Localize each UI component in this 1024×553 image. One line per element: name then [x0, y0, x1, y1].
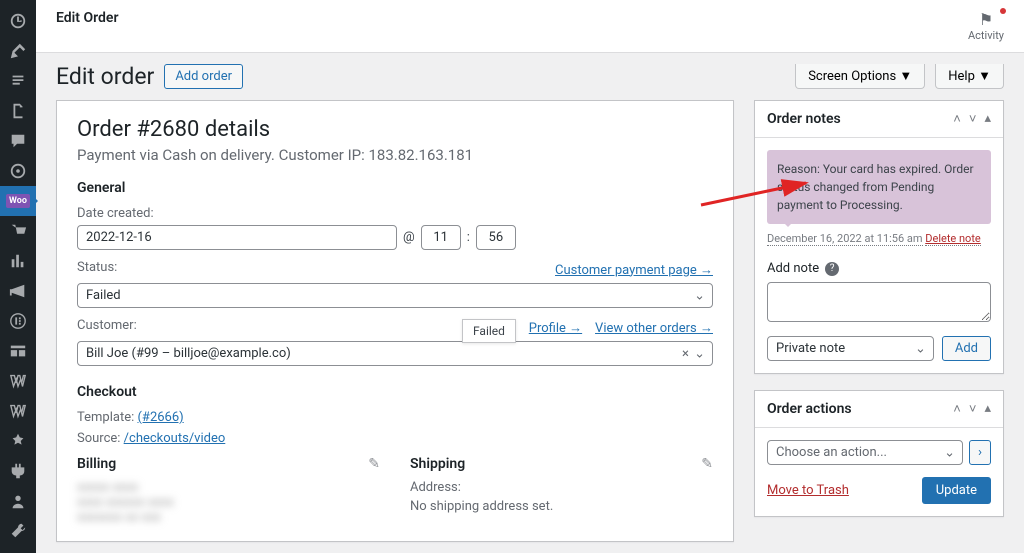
note-type-select[interactable] [767, 336, 934, 361]
panel-down-icon[interactable]: ˅ [969, 401, 977, 417]
order-subtitle: Payment via Cash on delivery. Customer I… [77, 146, 713, 164]
edit-billing-icon[interactable]: ✎ [368, 456, 380, 472]
minute-input[interactable] [476, 225, 516, 250]
clear-icon[interactable]: × [682, 346, 689, 361]
checkout-heading: Checkout [77, 384, 713, 400]
update-button[interactable]: Update [922, 477, 991, 504]
general-heading: General [77, 180, 713, 196]
billing-heading: Billing [77, 456, 116, 472]
edit-shipping-icon[interactable]: ✎ [701, 456, 713, 472]
activity-button[interactable]: ⚑ Activity [968, 10, 1004, 42]
sidebar-item-wf1[interactable] [0, 366, 36, 396]
panel-toggle-icon[interactable]: ▴ [984, 111, 991, 127]
hour-input[interactable] [421, 225, 461, 250]
add-note-label: Add note [767, 261, 819, 276]
sidebar-item-users[interactable] [0, 486, 36, 516]
customer-select[interactable] [77, 341, 713, 366]
sidebar-item-comments[interactable] [0, 126, 36, 156]
date-input[interactable] [77, 225, 397, 250]
sidebar-item-products[interactable] [0, 216, 36, 246]
delete-note-link[interactable]: Delete note [925, 232, 981, 246]
action-select[interactable] [767, 440, 963, 465]
status-label: Status: [77, 260, 117, 275]
sidebar-item-analytics[interactable] [0, 246, 36, 276]
panel-down-icon[interactable]: ˅ [969, 111, 977, 127]
screen-options-button[interactable]: Screen Options ▼ [795, 64, 925, 89]
page-title: Edit order [56, 63, 154, 90]
sidebar-item-tools[interactable] [0, 516, 36, 546]
sidebar-item-media[interactable] [0, 66, 36, 96]
source-row: Source: /checkouts/video [77, 431, 713, 446]
order-title: Order #2680 details [77, 117, 713, 142]
move-to-trash-link[interactable]: Move to Trash [767, 483, 849, 498]
sidebar-item-appearance[interactable] [0, 426, 36, 456]
order-details-box: Order #2680 details Payment via Cash on … [56, 100, 734, 542]
status-select[interactable] [77, 283, 713, 308]
sidebar-item-posts[interactable] [0, 36, 36, 66]
order-note: Reason: Your card has expired. Order sta… [767, 150, 991, 224]
customer-payment-link[interactable]: Customer payment page → [555, 262, 713, 278]
billing-address: xxxxx xxxx xxxx xxxxxx xxxx xxxxxxx xx x… [77, 480, 380, 525]
activity-icon: ⚑ [968, 10, 1004, 29]
date-created-label: Date created: [77, 206, 713, 221]
main-content: Edit Order ⚑ Activity Edit order Add ord… [36, 0, 1024, 553]
sidebar-item-dashboard[interactable] [0, 6, 36, 36]
sidebar-item-marketing[interactable] [0, 276, 36, 306]
view-orders-link[interactable]: View other orders → [595, 321, 713, 336]
note-meta: December 16, 2022 at 11:56 am Delete not… [767, 232, 991, 245]
admin-sidebar: Woo [0, 0, 36, 553]
sidebar-item-templates[interactable] [0, 336, 36, 366]
sidebar-item-plugin1[interactable] [0, 156, 36, 186]
topbar-title: Edit Order [56, 10, 118, 42]
template-row: Template: (#2666) [77, 410, 713, 425]
shipping-heading: Shipping [410, 456, 465, 472]
customer-label: Customer: [77, 318, 137, 333]
panel-toggle-icon[interactable]: ▴ [984, 401, 991, 417]
sidebar-item-plugins[interactable] [0, 456, 36, 486]
woo-icon: Woo [6, 194, 30, 208]
panel-up-icon[interactable]: ˄ [953, 111, 961, 127]
template-link[interactable]: (#2666) [137, 410, 183, 425]
shipping-address-value: No shipping address set. [410, 499, 713, 514]
sidebar-item-pages[interactable] [0, 96, 36, 126]
profile-link[interactable]: Profile → [529, 321, 582, 336]
order-actions-title: Order actions [767, 401, 852, 417]
order-notes-panel: Order notes ˄ ˅ ▴ Reason: Your card has … [754, 100, 1004, 374]
help-button[interactable]: Help ▼ [935, 64, 1004, 89]
add-note-button[interactable]: Add [942, 336, 991, 361]
order-notes-title: Order notes [767, 111, 841, 127]
source-link[interactable]: /checkouts/video [124, 431, 226, 446]
note-textarea[interactable] [767, 282, 991, 322]
sidebar-item-woocommerce[interactable]: Woo [0, 186, 36, 216]
shipping-address-label: Address: [410, 480, 713, 495]
panel-up-icon[interactable]: ˄ [953, 401, 961, 417]
add-order-button[interactable]: Add order [164, 64, 243, 89]
help-icon[interactable]: ? [825, 262, 839, 276]
sidebar-item-wf2[interactable] [0, 396, 36, 426]
sidebar-item-elementor[interactable] [0, 306, 36, 336]
action-go-button[interactable]: › [969, 440, 991, 465]
order-actions-panel: Order actions ˄ ˅ ▴ ⌄ [754, 390, 1004, 517]
status-tooltip: Failed [462, 319, 516, 343]
topbar: Edit Order ⚑ Activity [36, 0, 1024, 53]
